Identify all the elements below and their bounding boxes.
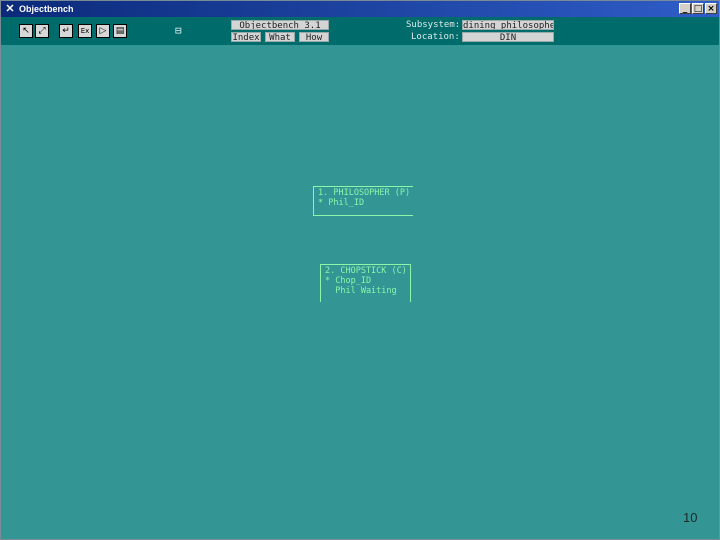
index-button[interactable]: Index [231, 32, 261, 42]
maximize-button[interactable]: □ [692, 3, 704, 14]
minimize-button[interactable]: _ [679, 3, 691, 14]
save-tool-icon[interactable]: ▤ [113, 24, 127, 38]
chopstick-class-box[interactable]: 2. CHOPSTICK (C) * Chop_ID Phil Waiting [320, 264, 411, 302]
location-label: Location: [411, 32, 460, 42]
how-button[interactable]: How [299, 32, 329, 42]
lock-icon[interactable]: ⊟ [175, 25, 182, 36]
select-tool-icon[interactable]: ↖ [19, 24, 33, 38]
subsystem-label: Subsystem: [406, 20, 461, 30]
objectbench-window: ✕ Objectbench _ □ × ↖ ⤢ ↵ Ex ▷ ▤ ⊟ Objec… [0, 0, 720, 540]
class-title: 1. PHILOSOPHER (P) [318, 188, 411, 198]
subsystem-field[interactable]: dining_philosophers [462, 20, 554, 30]
class-title: 2. CHOPSTICK (C) [325, 266, 407, 276]
app-version-button[interactable]: Objectbench 3.1 [231, 20, 329, 30]
philosopher-class-box[interactable]: 1. PHILOSOPHER (P) * Phil_ID [313, 186, 413, 216]
close-button[interactable]: × [705, 3, 717, 14]
class-attribute: * Chop_ID [325, 276, 372, 286]
location-field[interactable]: DIN [462, 32, 554, 42]
class-attribute: * Phil_ID [318, 198, 365, 208]
return-tool-icon[interactable]: ↵ [59, 24, 73, 38]
window-title: Objectbench [19, 4, 74, 14]
toolbar: ↖ ⤢ ↵ Ex ▷ ▤ ⊟ Objectbench 3.1 Index Wha… [1, 17, 719, 45]
what-button[interactable]: What [265, 32, 295, 42]
title-bar[interactable]: ✕ Objectbench _ □ × [1, 1, 719, 17]
class-attribute: Phil Waiting [325, 286, 397, 296]
page-number: 10 [683, 510, 698, 525]
diagram-canvas[interactable]: 1. PHILOSOPHER (P) * Phil_ID 2. CHOPSTICK… [1, 45, 719, 539]
x-app-icon: ✕ [5, 3, 15, 15]
exit-tool-icon[interactable]: Ex [78, 24, 92, 38]
resize-tool-icon[interactable]: ⤢ [35, 24, 49, 38]
run-tool-icon[interactable]: ▷ [96, 24, 110, 38]
